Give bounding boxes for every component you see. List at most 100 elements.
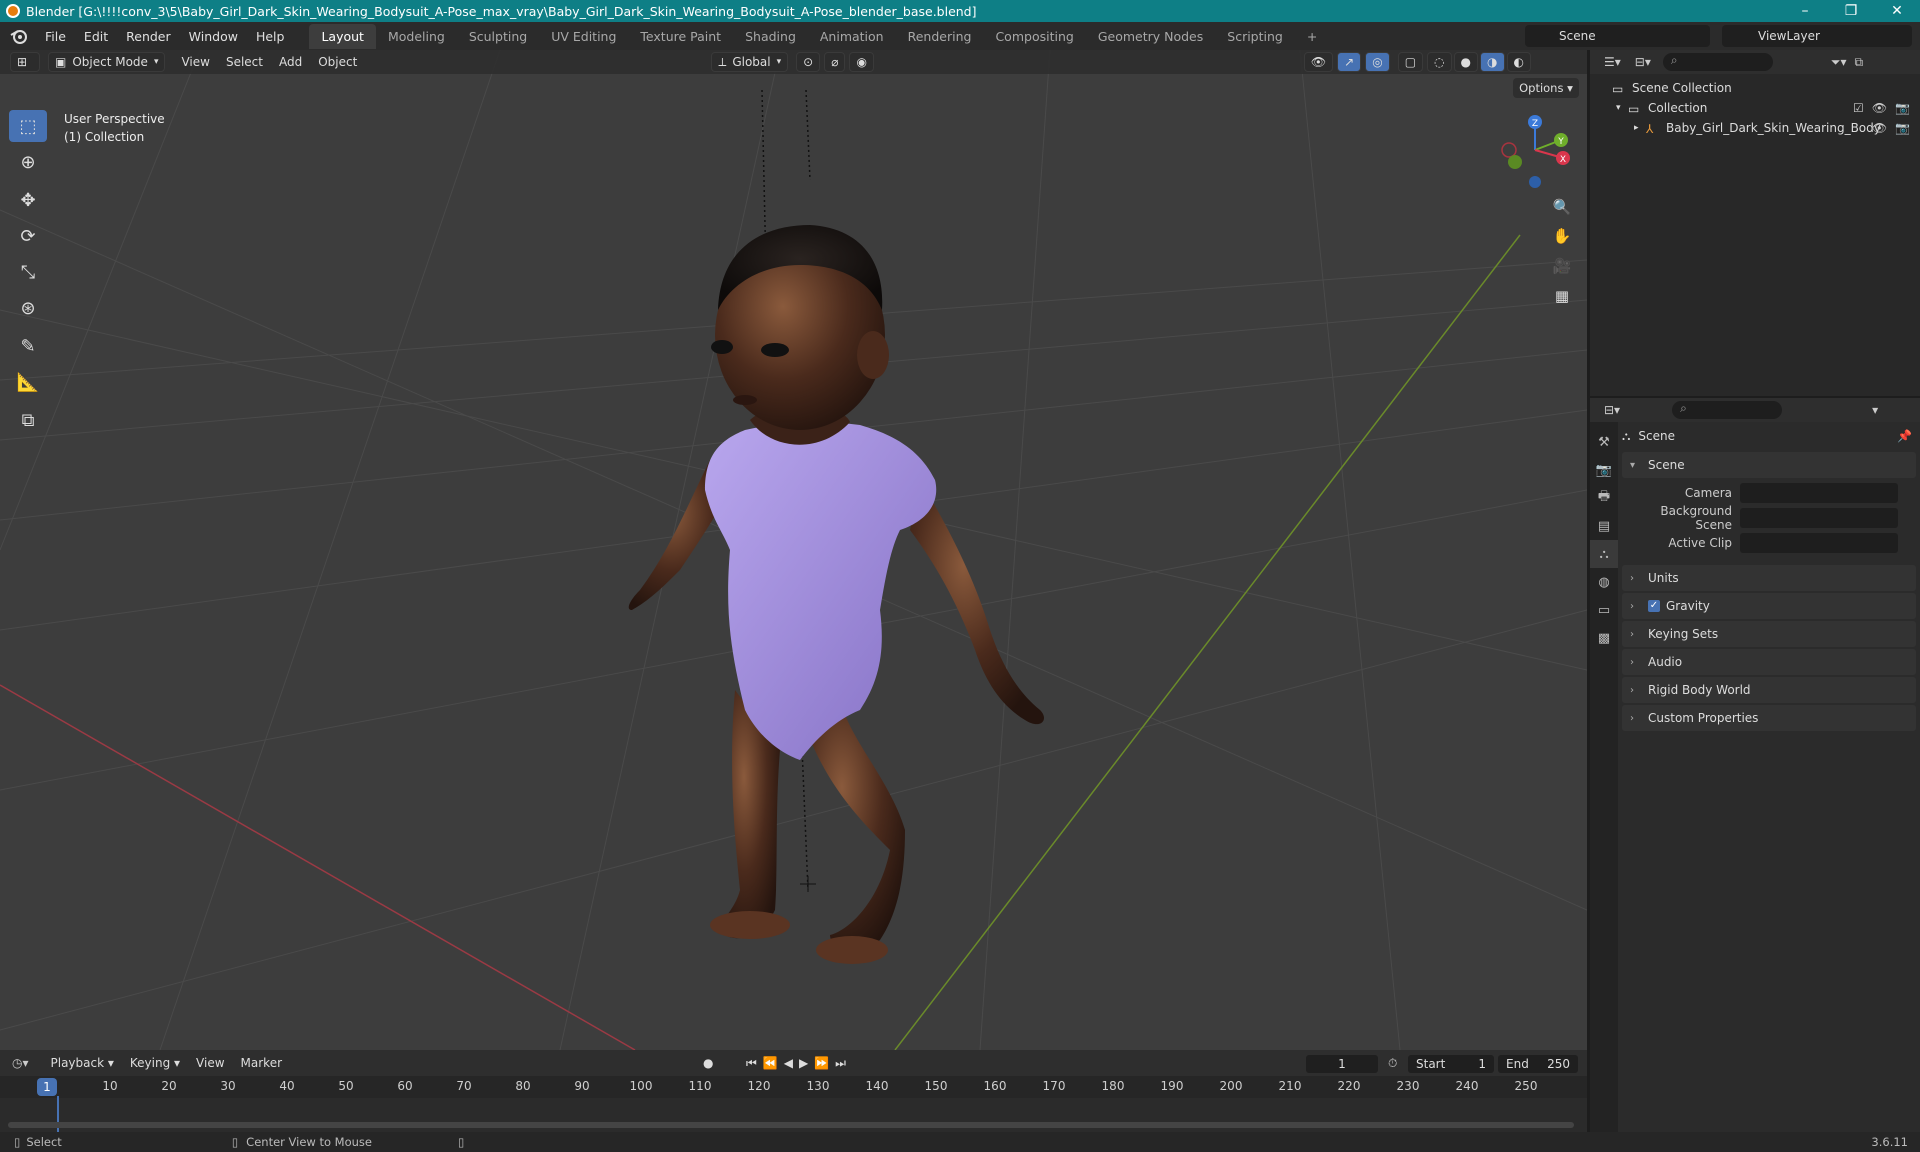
options-button[interactable]: Options ▾ — [1513, 78, 1579, 98]
menu-window[interactable]: Window — [180, 29, 247, 44]
maximize-button[interactable]: ❐ — [1828, 0, 1874, 22]
units-panel-header[interactable]: › Units — [1622, 565, 1916, 591]
tab-sculpting[interactable]: Sculpting — [457, 24, 539, 49]
timeline-scrollbar[interactable] — [8, 1122, 1574, 1128]
active-clip-field[interactable] — [1740, 532, 1898, 553]
blender-menu-icon[interactable] — [10, 27, 28, 45]
tab-geometry-nodes[interactable]: Geometry Nodes — [1086, 24, 1215, 49]
properties-search-input[interactable]: ⌕ — [1672, 401, 1783, 419]
select-box-tool[interactable]: ⬚ — [9, 110, 47, 142]
chevron-down-icon[interactable]: ▾ — [1872, 403, 1878, 417]
collection-tab-icon[interactable]: ▭ — [1590, 596, 1618, 624]
output-tab-icon[interactable]: 🖶 — [1590, 484, 1618, 512]
timeline-menu-keying[interactable]: Keying ▾ — [122, 1056, 188, 1070]
minimize-button[interactable]: – — [1782, 0, 1828, 22]
outliner-collection[interactable]: ▾ ▭ Collection ☑ 👁 📷 — [1590, 98, 1920, 118]
xray-button[interactable]: ▢ — [1397, 52, 1424, 72]
gravity-checkbox[interactable]: ✓ — [1648, 600, 1660, 612]
display-mode-icon[interactable]: ⊟▾ — [1635, 55, 1651, 69]
viewport-menu-object[interactable]: Object — [310, 55, 365, 69]
timeline-editor-type-icon[interactable]: ◷▾ — [12, 1056, 29, 1070]
menu-edit[interactable]: Edit — [75, 29, 117, 44]
expand-arrow-icon[interactable]: ▾ — [1616, 103, 1628, 113]
transform-orientation-dropdown[interactable]: ⟂ Global ▾ — [711, 52, 789, 72]
world-tab-icon[interactable]: ◍ — [1590, 568, 1618, 596]
camera-view-icon[interactable]: 🎥 — [1547, 252, 1577, 280]
menu-help[interactable]: Help — [247, 29, 294, 44]
tab-scripting[interactable]: Scripting — [1215, 24, 1295, 49]
scale-tool[interactable]: ⤡ — [9, 256, 47, 288]
baby-model[interactable] — [628, 225, 1045, 964]
measure-tool[interactable]: 📐 — [9, 366, 47, 398]
new-collection-icon[interactable]: ⧉ — [1854, 55, 1863, 70]
menu-render[interactable]: Render — [117, 29, 180, 44]
tab-modeling[interactable]: Modeling — [376, 24, 457, 49]
cursor-tool[interactable]: ⊕ — [9, 146, 47, 178]
viewport-menu-add[interactable]: Add — [271, 55, 310, 69]
outliner-search-input[interactable]: ⌕ — [1662, 53, 1773, 71]
view-layer-tab-icon[interactable]: ▤ — [1590, 512, 1618, 540]
pin-icon[interactable]: 📌 — [1897, 429, 1912, 443]
rigid-body-world-panel-header[interactable]: › Rigid Body World — [1622, 677, 1916, 703]
pivot-point-button[interactable]: ⊙ — [796, 52, 821, 72]
filter-icon[interactable]: ⏷▾ — [1831, 55, 1847, 70]
visibility-button[interactable]: 👁 — [1303, 52, 1334, 72]
move-tool[interactable]: ✥ — [9, 184, 47, 216]
ortho-grid-icon[interactable]: ▦ — [1547, 282, 1577, 310]
texture-tab-icon[interactable]: ▩ — [1590, 624, 1618, 652]
navigation-gizmo[interactable]: Z Y X — [1495, 110, 1575, 190]
timeline-menu-view[interactable]: View — [188, 1056, 232, 1070]
tab-texture-paint[interactable]: Texture Paint — [628, 24, 733, 49]
current-frame-field[interactable]: 1 — [1306, 1055, 1378, 1073]
render-tab-icon[interactable]: 📷 — [1590, 456, 1618, 484]
visibility-eye-icon[interactable]: 👁 — [1872, 121, 1887, 135]
scene-selector[interactable]: Scene — [1525, 25, 1710, 47]
outliner-scene-collection[interactable]: ▭ Scene Collection — [1590, 78, 1920, 98]
wireframe-shading-button[interactable]: ◌ — [1427, 52, 1452, 72]
scene-tab-icon[interactable]: ⛬ — [1590, 540, 1618, 568]
outliner-editor-type-icon[interactable]: ☰▾ — [1604, 55, 1621, 69]
expand-arrow-icon[interactable]: ▸ — [1634, 123, 1646, 133]
material-shading-button[interactable]: ◑ — [1480, 52, 1505, 72]
render-camera-icon[interactable]: 📷 — [1895, 121, 1910, 135]
add-workspace-button[interactable]: + — [1295, 24, 1329, 49]
viewport-menu-view[interactable]: View — [173, 55, 217, 69]
tab-shading[interactable]: Shading — [733, 24, 808, 49]
playhead[interactable]: 1 — [37, 1078, 57, 1096]
exclude-checkbox[interactable]: ☑ — [1853, 101, 1864, 115]
record-button[interactable]: ● — [703, 1056, 713, 1070]
keying-sets-panel-header[interactable]: › Keying Sets — [1622, 621, 1916, 647]
view-layer-selector[interactable]: ViewLayer — [1722, 25, 1912, 47]
transform-tool[interactable]: ⊛ — [9, 292, 47, 324]
render-camera-icon[interactable]: 📷 — [1895, 101, 1910, 115]
scene-panel-header[interactable]: ▾ Scene — [1622, 452, 1916, 478]
stopwatch-icon[interactable]: ⏱ — [1388, 1056, 1397, 1071]
gizmo-toggle-button[interactable]: ↗ — [1337, 52, 1362, 72]
start-frame-field[interactable]: Start 1 — [1408, 1055, 1494, 1073]
overlay-toggle-button[interactable]: ◎ — [1365, 52, 1390, 72]
pan-hand-icon[interactable]: ✋ — [1547, 222, 1577, 250]
editor-type-button[interactable]: ⊞ — [10, 52, 40, 72]
timeline-menu-playback[interactable]: Playback ▾ — [43, 1056, 122, 1070]
tab-rendering[interactable]: Rendering — [896, 24, 984, 49]
snap-button[interactable]: ⌀ — [824, 52, 846, 72]
end-frame-field[interactable]: End 250 — [1498, 1055, 1578, 1073]
visibility-eye-icon[interactable]: 👁 — [1872, 101, 1887, 115]
zoom-icon[interactable]: 🔍 — [1547, 193, 1577, 221]
timeline-ruler[interactable]: 10 20 30 40 50 60 70 80 90 100 110 120 130 140 150 160 1… — [0, 1076, 1587, 1098]
3d-viewport[interactable]: ⊞ ▣ Object Mode ▾ View Select Add Object… — [0, 50, 1587, 1050]
tab-layout[interactable]: Layout — [309, 23, 376, 49]
properties-editor-type-icon[interactable]: ⊟▾ — [1604, 403, 1620, 417]
menu-file[interactable]: File — [36, 29, 75, 44]
viewport-menu-select[interactable]: Select — [218, 55, 271, 69]
tab-uv-editing[interactable]: UV Editing — [539, 24, 628, 49]
background-scene-field[interactable] — [1740, 507, 1898, 528]
rotate-tool[interactable]: ⟳ — [9, 220, 47, 252]
tab-animation[interactable]: Animation — [808, 24, 896, 49]
audio-panel-header[interactable]: › Audio — [1622, 649, 1916, 675]
camera-field[interactable] — [1740, 482, 1898, 503]
tool-tab-icon[interactable]: ⚒ — [1590, 428, 1618, 456]
solid-shading-button[interactable]: ● — [1453, 52, 1479, 72]
annotate-tool[interactable]: ✎ — [9, 330, 47, 362]
custom-properties-panel-header[interactable]: › Custom Properties — [1622, 705, 1916, 731]
